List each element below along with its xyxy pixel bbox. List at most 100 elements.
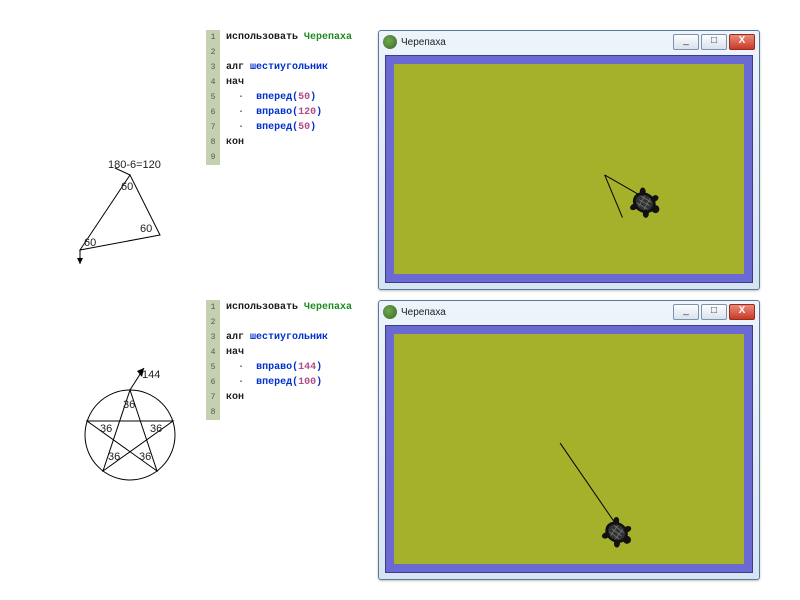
formula-label: 180-6=120 <box>108 160 161 171</box>
code-line: 1 использовать Черепаха <box>206 300 352 315</box>
line-number: 2 <box>206 45 220 60</box>
line-number: 3 <box>206 330 220 345</box>
titlebar[interactable]: Черепаха _ □ X <box>379 31 759 53</box>
code-line: 5 · вперед(50) <box>206 90 352 105</box>
code-line: 1 использовать Черепаха <box>206 30 352 45</box>
token-kw-blue: вперед <box>256 92 292 103</box>
maximize-button[interactable]: □ <box>701 34 727 50</box>
window-title: Черепаха <box>401 307 673 318</box>
token-paren: ) <box>310 122 316 133</box>
close-button[interactable]: X <box>729 34 755 50</box>
code-line: 9 <box>206 150 352 165</box>
code-line: 7 кон <box>206 390 352 405</box>
line-number: 9 <box>206 150 220 165</box>
token-kw-blue: вперед <box>256 122 292 133</box>
token-paren: ) <box>310 92 316 103</box>
line-number: 5 <box>206 360 220 375</box>
line-number: 2 <box>206 315 220 330</box>
line-number: 3 <box>206 60 220 75</box>
token-num: 120 <box>298 107 316 118</box>
code-line: 2 <box>206 45 352 60</box>
token-plain: нач <box>226 347 244 358</box>
token-paren: ) <box>316 377 322 388</box>
code-line: 4 нач <box>206 345 352 360</box>
code-line: 4 нач <box>206 75 352 90</box>
example-2: 144 36 36 36 36 36 1 использовать Черепа… <box>0 300 800 580</box>
token-kw-nav: использовать <box>226 32 298 43</box>
line-number: 8 <box>206 405 220 420</box>
angle-label: 60 <box>140 223 152 235</box>
code-line: 2 <box>206 315 352 330</box>
turtle-canvas <box>394 334 744 564</box>
code-line: 6 · вправо(120) <box>206 105 352 120</box>
token-plain: кон <box>226 392 244 403</box>
code-line: 5 · вправо(144) <box>206 360 352 375</box>
angle-label: 60 <box>121 181 133 193</box>
token-kw-blue: шестиугольник <box>250 332 328 343</box>
turtle-sprite <box>627 185 666 223</box>
line-number: 6 <box>206 105 220 120</box>
token-sp <box>244 107 256 118</box>
turtle-canvas <box>394 64 744 274</box>
token-sp <box>226 377 238 388</box>
angle-label: 36 <box>139 451 151 463</box>
token-kw-green: Черепаха <box>304 32 352 43</box>
turtle-icon <box>383 35 397 49</box>
token-kw-blue: вперед <box>256 377 292 388</box>
line-number: 6 <box>206 375 220 390</box>
canvas-border <box>385 325 753 573</box>
line-number: 1 <box>206 300 220 315</box>
token-kw-green: Черепаха <box>304 302 352 313</box>
close-button[interactable]: X <box>729 304 755 320</box>
token-sp <box>226 122 238 133</box>
angle-label: 36 <box>108 451 120 463</box>
ext-angle-label: 144 <box>142 369 160 381</box>
code-line: 7 · вперед(50) <box>206 120 352 135</box>
minimize-button[interactable]: _ <box>673 304 699 320</box>
code-line: 3 алг шестиугольник <box>206 330 352 345</box>
turtle-icon <box>383 305 397 319</box>
token-kw-blue: вправо <box>256 107 292 118</box>
angle-label: 60 <box>84 237 96 249</box>
code-line: 3 алг шестиугольник <box>206 60 352 75</box>
token-sp <box>244 362 256 373</box>
token-paren: ) <box>316 107 322 118</box>
line-number: 8 <box>206 135 220 150</box>
line-number: 7 <box>206 390 220 405</box>
turtle-window-1: Черепаха _ □ X <box>378 30 760 290</box>
turtle-window-2: Черепаха _ □ X <box>378 300 760 580</box>
angle-label: 36 <box>123 399 135 411</box>
turtle-sprite <box>599 514 639 553</box>
token-kw-blue: вправо <box>256 362 292 373</box>
angle-label: 36 <box>150 423 162 435</box>
window-title: Черепаха <box>401 37 673 48</box>
token-num: 100 <box>298 377 316 388</box>
token-sp <box>244 122 256 133</box>
token-sp <box>244 92 256 103</box>
line-number: 4 <box>206 345 220 360</box>
triangle-diagram: 180-6=120 60 60 60 <box>60 160 190 280</box>
code-line: 8 кон <box>206 135 352 150</box>
token-sp <box>244 377 256 388</box>
token-sp <box>226 107 238 118</box>
code-line: 6 · вперед(100) <box>206 375 352 390</box>
titlebar[interactable]: Черепаха _ □ X <box>379 301 759 323</box>
line-number: 5 <box>206 90 220 105</box>
code-line: 8 <box>206 405 352 420</box>
angle-label: 36 <box>100 423 112 435</box>
line-number: 1 <box>206 30 220 45</box>
token-kw-blue: шестиугольник <box>250 62 328 73</box>
token-kw-nav: алг <box>226 332 244 343</box>
token-num: 144 <box>298 362 316 373</box>
line-number: 7 <box>206 120 220 135</box>
minimize-button[interactable]: _ <box>673 34 699 50</box>
pentagram-diagram: 144 36 36 36 36 36 <box>60 350 190 500</box>
line-number: 4 <box>206 75 220 90</box>
token-num: 50 <box>298 92 310 103</box>
token-plain: нач <box>226 77 244 88</box>
token-sp <box>226 92 238 103</box>
token-plain: кон <box>226 137 244 148</box>
token-kw-nav: использовать <box>226 302 298 313</box>
maximize-button[interactable]: □ <box>701 304 727 320</box>
token-sp <box>226 362 238 373</box>
